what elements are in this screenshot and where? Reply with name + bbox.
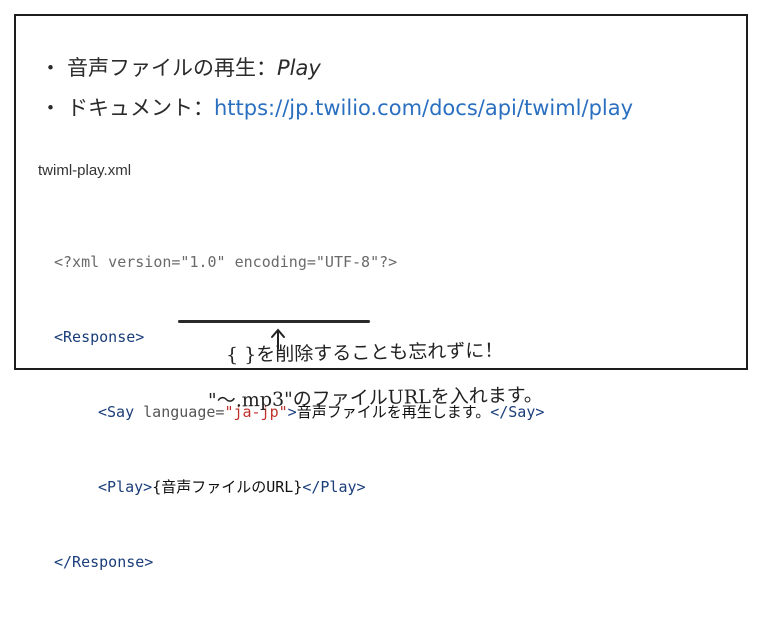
doc-bullet: ・ドキュメント：https://jp.twilio.com/docs/api/t…	[40, 92, 633, 122]
bullet-dot: ・	[40, 56, 61, 80]
play-close-tag: </Play>	[302, 478, 366, 496]
play-bullet: ・音声ファイルの再生：Play	[40, 52, 321, 82]
document-frame: ・音声ファイルの再生：Play ・ドキュメント：https://jp.twili…	[14, 14, 748, 571]
doc-label: ドキュメント：	[67, 96, 214, 120]
handwritten-note-remove-braces: { }を削除することも忘れずに！	[225, 339, 504, 367]
code-block: <?xml version="1.0" encoding="UTF-8"?> <…	[54, 200, 544, 625]
play-text: {音声ファイルのURL}	[152, 478, 303, 496]
response-open-tag: <Response>	[54, 328, 145, 346]
play-label: 音声ファイルの再生：	[67, 56, 277, 80]
handwritten-underline	[178, 320, 370, 323]
code-line: </Response>	[54, 550, 544, 575]
play-term: Play	[277, 56, 321, 80]
play-open-tag: <Play>	[98, 478, 153, 496]
bullet-dot: ・	[40, 96, 61, 120]
response-close-tag: </Response>	[54, 553, 154, 571]
xml-declaration: <?xml version="1.0" encoding="UTF-8"?>	[54, 253, 398, 271]
say-open-tag: <Say	[98, 403, 144, 421]
code-line: <Play>{音声ファイルのURL}</Play>	[54, 475, 544, 500]
code-filename: twiml-play.xml	[38, 162, 132, 179]
doc-link[interactable]: https://jp.twilio.com/docs/api/twiml/pla…	[214, 96, 633, 120]
